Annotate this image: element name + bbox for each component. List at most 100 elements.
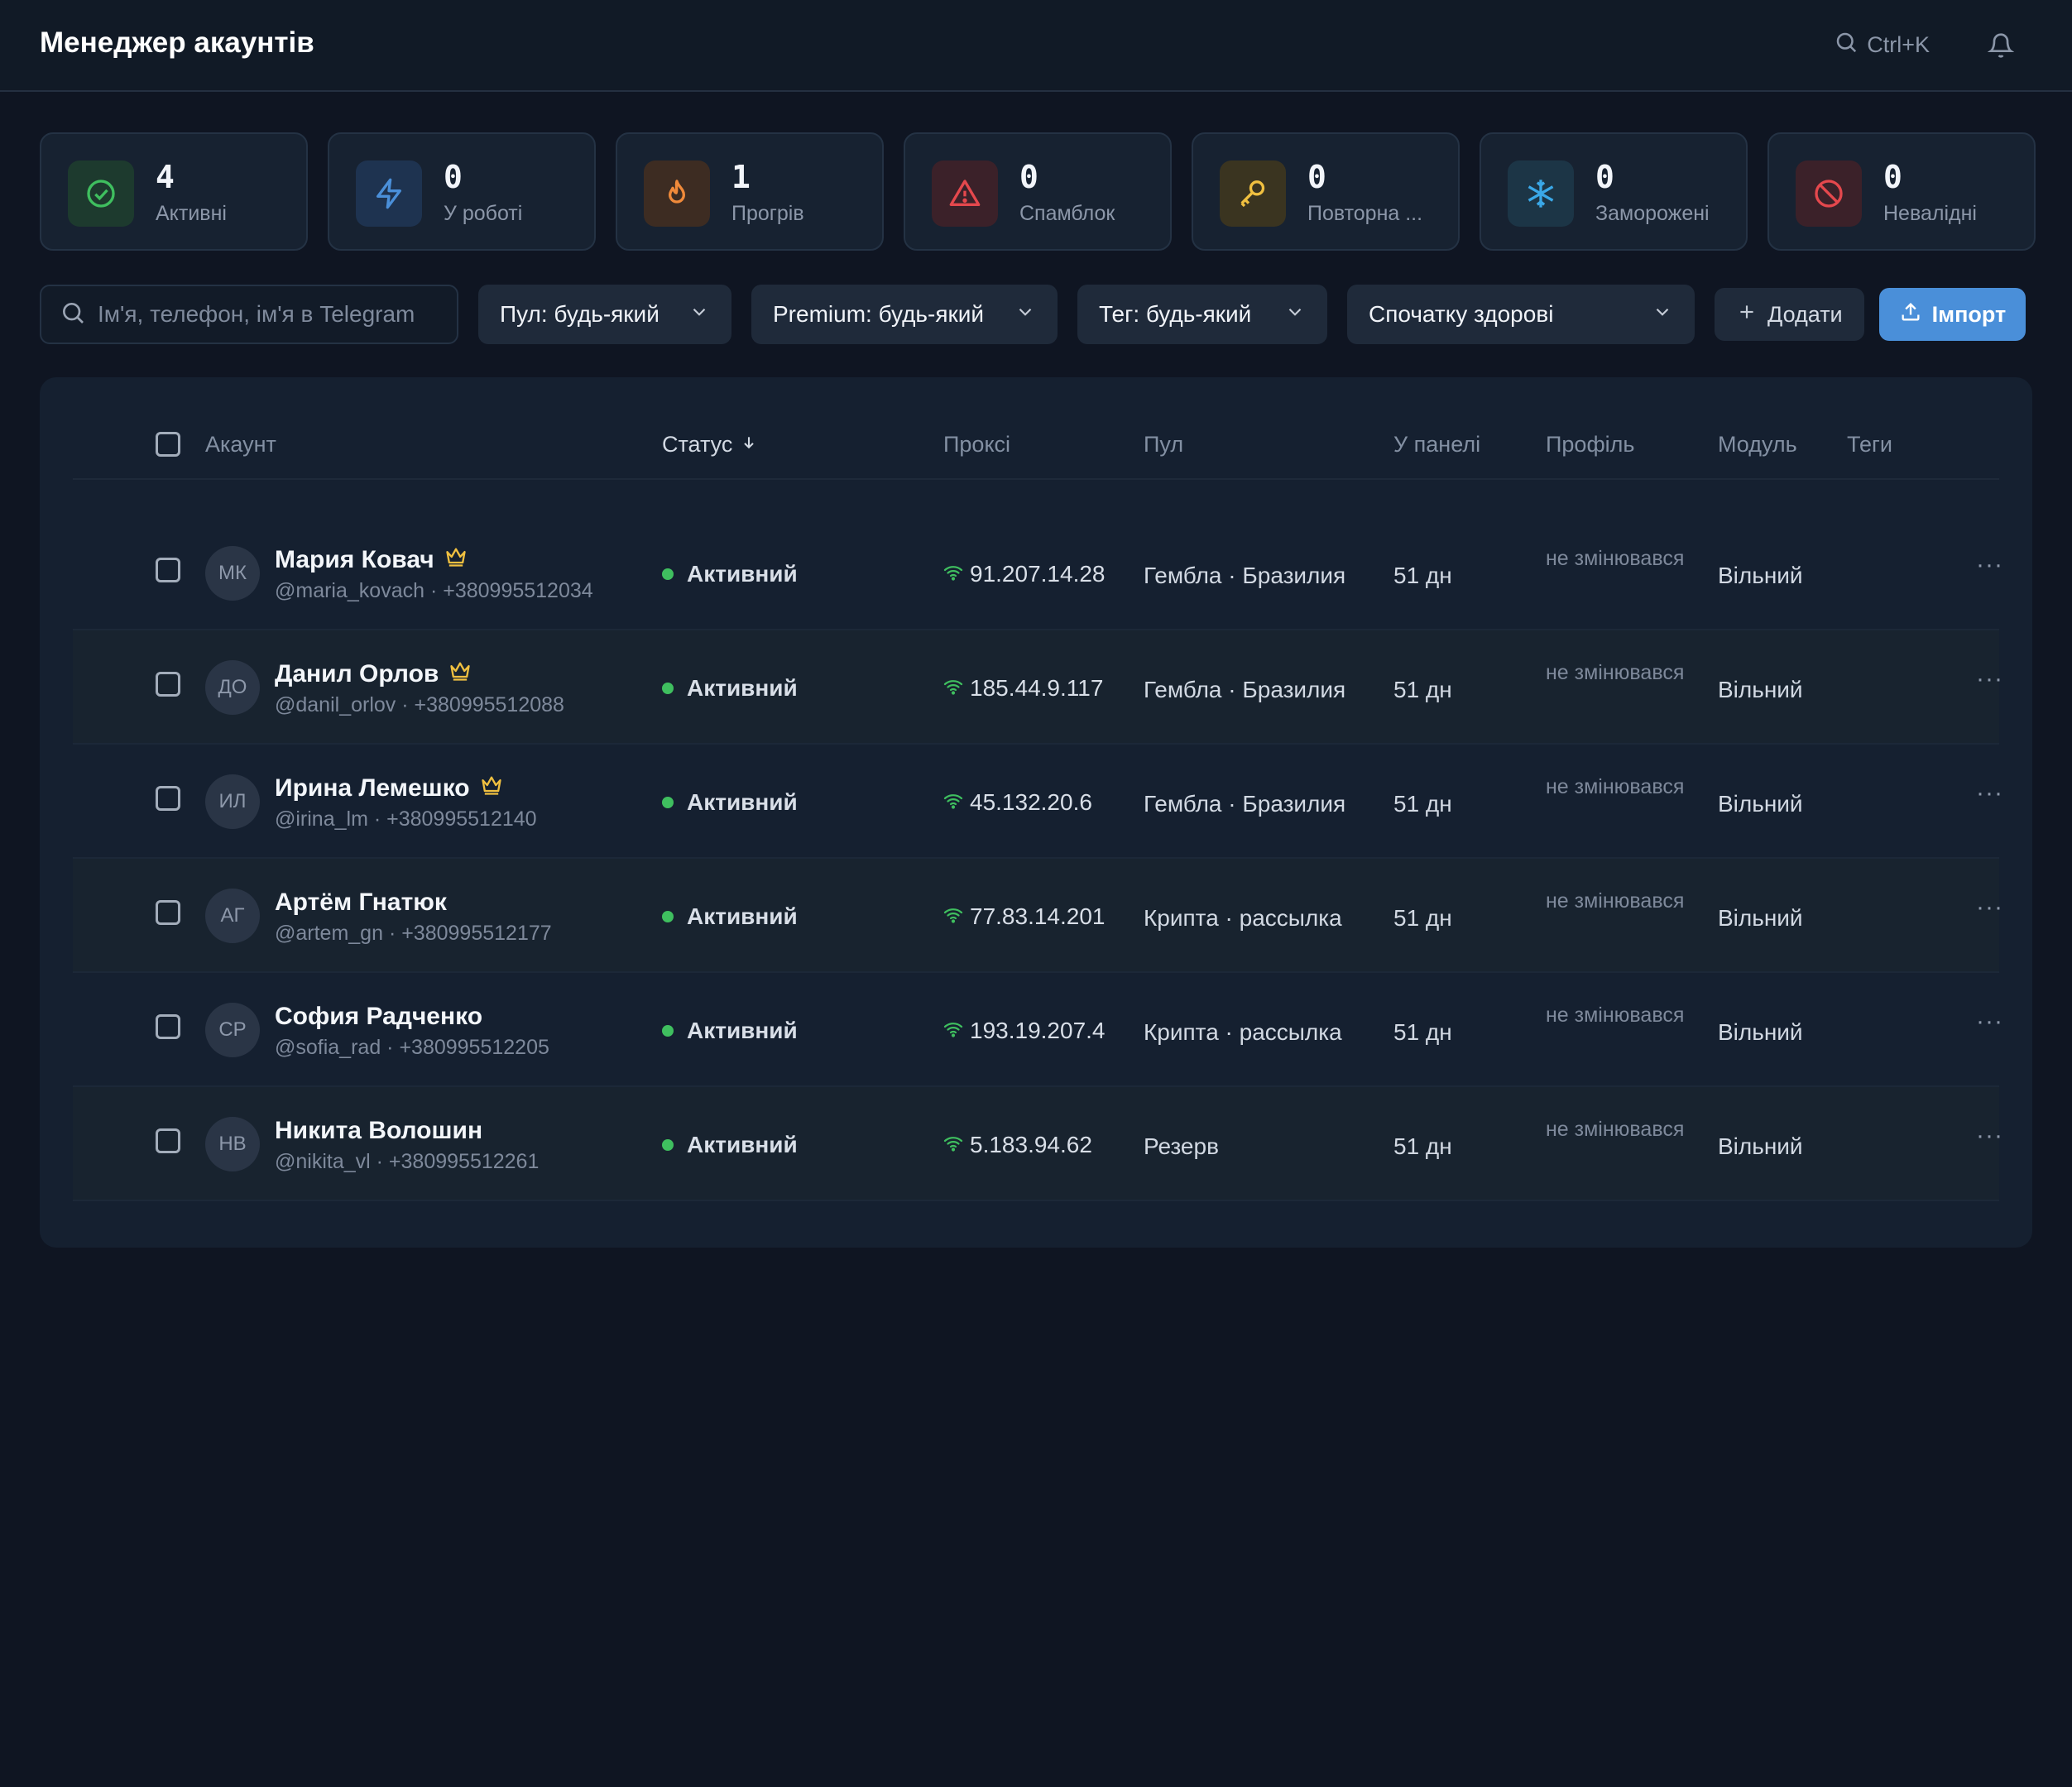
tag-filter-dropdown[interactable]: Тег: будь-який — [1077, 285, 1327, 344]
panel-age-cell: 51 дн — [1393, 791, 1452, 817]
account-name-label: Мария Ковач — [275, 546, 434, 573]
key-icon — [1220, 160, 1286, 227]
warning-icon — [932, 160, 998, 227]
stat-value: 0 — [1595, 159, 1614, 195]
row-checkbox[interactable] — [156, 672, 180, 697]
table-row[interactable]: ДО Данил Орлов @danil_orlov · +380995512… — [73, 630, 2002, 745]
account-name[interactable]: Никита Волошин — [275, 1117, 482, 1145]
premium-filter-dropdown[interactable]: Premium: будь-який — [751, 285, 1058, 344]
pool-filter-label: Пул: будь-який — [500, 301, 659, 327]
pool-filter-dropdown[interactable]: Пул: будь-який — [478, 285, 731, 344]
column-header-profile[interactable]: Профіль — [1546, 432, 1634, 458]
account-name[interactable]: Артём Гнатюк — [275, 889, 447, 917]
avatar: МК — [205, 546, 260, 601]
proxy-address: 77.83.14.201 — [970, 903, 1106, 929]
account-name[interactable]: Ирина Лемешко — [275, 774, 503, 802]
module-cell: Вільний — [1718, 905, 1803, 931]
stat-label: У роботі — [444, 202, 523, 225]
column-header-status[interactable]: Статус — [662, 432, 757, 458]
stat-value: 0 — [444, 159, 463, 195]
more-actions-icon[interactable]: ··· — [1976, 1008, 2003, 1036]
column-header-panel[interactable]: У панелі — [1393, 432, 1480, 458]
pool-cell: Гембла · Бразилия — [1144, 791, 1346, 817]
proxy-cell: 193.19.207.4 — [943, 1018, 1106, 1044]
panel-age-cell: 51 дн — [1393, 905, 1452, 931]
column-header-account[interactable]: Акаунт — [205, 432, 276, 458]
stat-card[interactable]: 0 Заморожені — [1480, 132, 1748, 251]
stat-card[interactable]: 1 Прогрів — [616, 132, 884, 251]
more-actions-icon[interactable]: ··· — [1976, 1122, 2003, 1150]
table-row[interactable]: НВ Никита Волошин @nikita_vl · +38099551… — [73, 1087, 2002, 1201]
account-handle: @sofia_rad · +380995512205 — [275, 1036, 549, 1059]
stat-value: 0 — [1019, 159, 1038, 195]
row-checkbox[interactable] — [156, 1128, 180, 1153]
status-label: Активний — [687, 903, 798, 929]
account-handle: @irina_lm · +380995512140 — [275, 807, 537, 831]
stat-card[interactable]: 0 Спамблок — [904, 132, 1172, 251]
account-name[interactable]: Мария Ковач — [275, 546, 468, 574]
row-checkbox[interactable] — [156, 558, 180, 582]
proxy-cell: 77.83.14.201 — [943, 903, 1106, 930]
pool-cell: Гембла · Бразилия — [1144, 677, 1346, 702]
more-actions-icon[interactable]: ··· — [1976, 665, 2003, 693]
stat-card[interactable]: 4 Активні — [40, 132, 308, 251]
proxy-address: 5.183.94.62 — [970, 1132, 1092, 1157]
column-header-module[interactable]: Модуль — [1718, 432, 1797, 458]
avatar: НВ — [205, 1117, 260, 1171]
profile-cell: не змінювався — [1546, 1004, 1685, 1027]
stat-card[interactable]: 0 Повторна ... — [1192, 132, 1460, 251]
column-header-status-label: Статус — [662, 432, 733, 457]
column-header-tags[interactable]: Теги — [1847, 432, 1892, 458]
snowflake-icon — [1508, 160, 1574, 227]
tag-filter-label: Тег: будь-який — [1099, 301, 1252, 327]
pool-cell: Крипта · рассылка — [1144, 905, 1342, 931]
proxy-cell: 5.183.94.62 — [943, 1132, 1092, 1158]
row-checkbox[interactable] — [156, 786, 180, 811]
more-actions-icon[interactable]: ··· — [1976, 894, 2003, 922]
account-name[interactable]: Данил Орлов — [275, 660, 472, 688]
status-label: Активний — [687, 675, 798, 701]
account-name-label: Данил Орлов — [275, 660, 439, 687]
sort-dropdown[interactable]: Спочатку здорові — [1347, 285, 1695, 344]
premium-filter-label: Premium: будь-який — [773, 301, 985, 327]
avatar: СР — [205, 1003, 260, 1057]
stat-label: Повторна ... — [1307, 202, 1423, 225]
stat-value: 4 — [156, 159, 175, 195]
proxy-address: 193.19.207.4 — [970, 1018, 1106, 1043]
accounts-table: Акаунт Статус Проксі Пул У панелі Профіл… — [40, 377, 2032, 1248]
more-actions-icon[interactable]: ··· — [1976, 551, 2003, 579]
module-cell: Вільний — [1718, 1019, 1803, 1045]
proxy-cell: 185.44.9.117 — [943, 675, 1103, 702]
status-badge: Активний — [662, 561, 798, 587]
column-header-pool[interactable]: Пул — [1144, 432, 1183, 458]
add-account-button[interactable]: Додати — [1715, 288, 1864, 341]
notifications-bell-icon[interactable] — [1987, 31, 2015, 64]
stat-value: 0 — [1883, 159, 1902, 195]
stat-label: Активні — [156, 202, 227, 225]
chevron-down-icon — [1014, 301, 1036, 328]
status-dot-icon — [662, 797, 674, 808]
stat-card[interactable]: 0 Невалідні — [1767, 132, 2036, 251]
command-search-button[interactable]: Ctrl+K — [1834, 30, 1930, 60]
row-checkbox[interactable] — [156, 1014, 180, 1039]
module-cell: Вільний — [1718, 1133, 1803, 1159]
status-dot-icon — [662, 683, 674, 694]
row-checkbox[interactable] — [156, 900, 180, 925]
stat-card[interactable]: 0 У роботі — [328, 132, 596, 251]
proxy-address: 45.132.20.6 — [970, 789, 1092, 815]
table-row[interactable]: МК Мария Ковач @maria_kovach · +38099551… — [73, 516, 2002, 630]
select-all-checkbox[interactable] — [156, 432, 180, 457]
more-actions-icon[interactable]: ··· — [1976, 779, 2003, 807]
table-row[interactable]: ИЛ Ирина Лемешко @irina_lm · +3809955121… — [73, 745, 2002, 859]
sort-label: Спочатку здорові — [1369, 301, 1554, 327]
wifi-icon — [943, 1132, 963, 1158]
profile-cell: не змінювався — [1546, 889, 1685, 913]
search-input[interactable] — [98, 301, 445, 328]
table-row[interactable]: СР София Радченко @sofia_rad · +38099551… — [73, 973, 2002, 1087]
import-button[interactable]: Імпорт — [1878, 288, 2026, 341]
wifi-icon — [943, 561, 963, 587]
table-row[interactable]: АГ Артём Гнатюк @artem_gn · +38099551217… — [73, 859, 2002, 973]
search-box — [40, 285, 458, 344]
account-name[interactable]: София Радченко — [275, 1003, 482, 1031]
column-header-proxy[interactable]: Проксі — [943, 432, 1010, 458]
